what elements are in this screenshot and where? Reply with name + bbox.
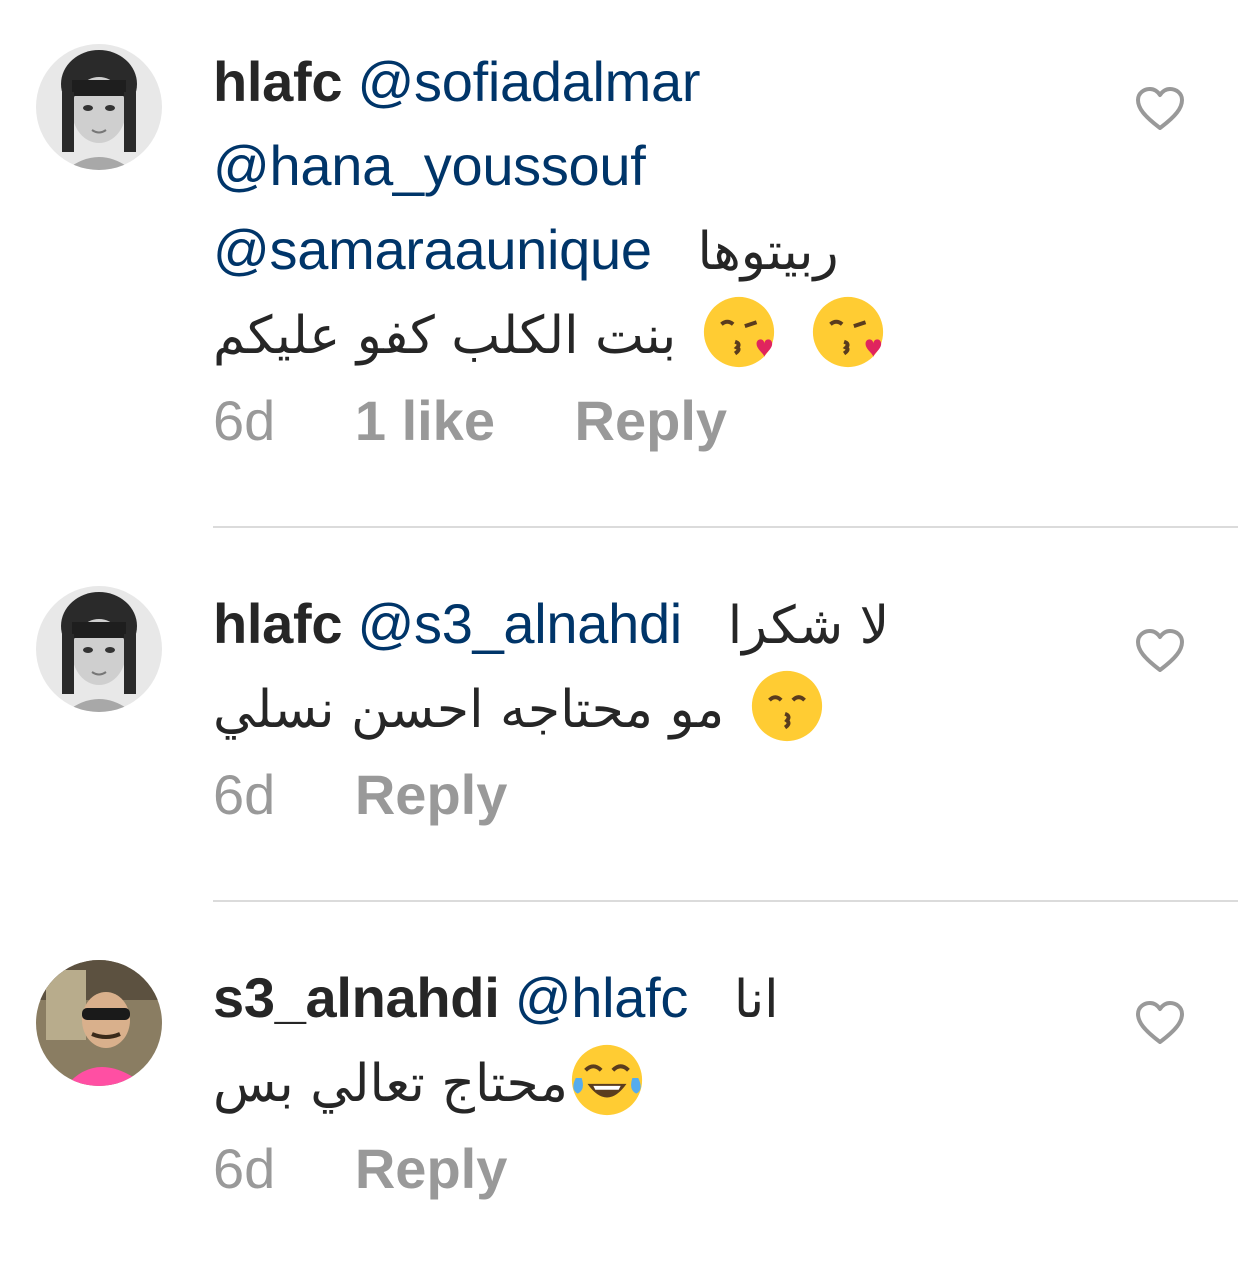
likes-count[interactable]: 1 like [355,389,495,452]
heart-icon[interactable] [1134,1000,1186,1046]
kissing-heart-emoji [703,297,774,368]
comment-timestamp: 6d [213,389,276,452]
comment-timestamp: 6d [213,763,276,826]
kissing-smiling-eyes-emoji [751,671,822,742]
comment-text: مو محتاجه احسن نسلي [213,680,725,740]
mention-link[interactable]: @sofiadalmar [357,50,700,113]
comment-timestamp: 6d [213,1137,276,1200]
mention-link[interactable]: @samaraaunique [213,218,652,281]
avatar[interactable] [36,586,162,712]
heart-icon[interactable] [1134,628,1186,674]
comment-text: لا شكرا [727,596,890,656]
comment-text: بنت الكلب كفو عليكم [213,306,677,366]
mention-link[interactable]: @hlafc [515,966,689,1029]
avatar[interactable] [36,960,162,1086]
mention-link[interactable]: @s3_alnahdi [357,592,682,655]
reply-button[interactable]: Reply [355,763,508,826]
reply-button[interactable]: Reply [575,389,728,452]
kissing-heart-emoji [813,297,884,368]
tears-of-joy-emoji [571,1045,643,1116]
comment-text: ربيتوها [697,222,839,282]
mention-link[interactable]: @hana_youssouf [213,134,646,197]
comment-username[interactable]: hlafc [213,50,343,113]
divider [213,900,1238,902]
comment-username[interactable]: s3_alnahdi [213,966,500,1029]
avatar[interactable] [36,44,162,170]
comment-text: انا [733,970,779,1030]
divider [213,526,1238,528]
reply-button[interactable]: Reply [355,1137,508,1200]
comment-username[interactable]: hlafc [213,592,343,655]
heart-icon[interactable] [1134,86,1186,132]
comment-text: محتاج تعالي بس [213,1054,568,1114]
